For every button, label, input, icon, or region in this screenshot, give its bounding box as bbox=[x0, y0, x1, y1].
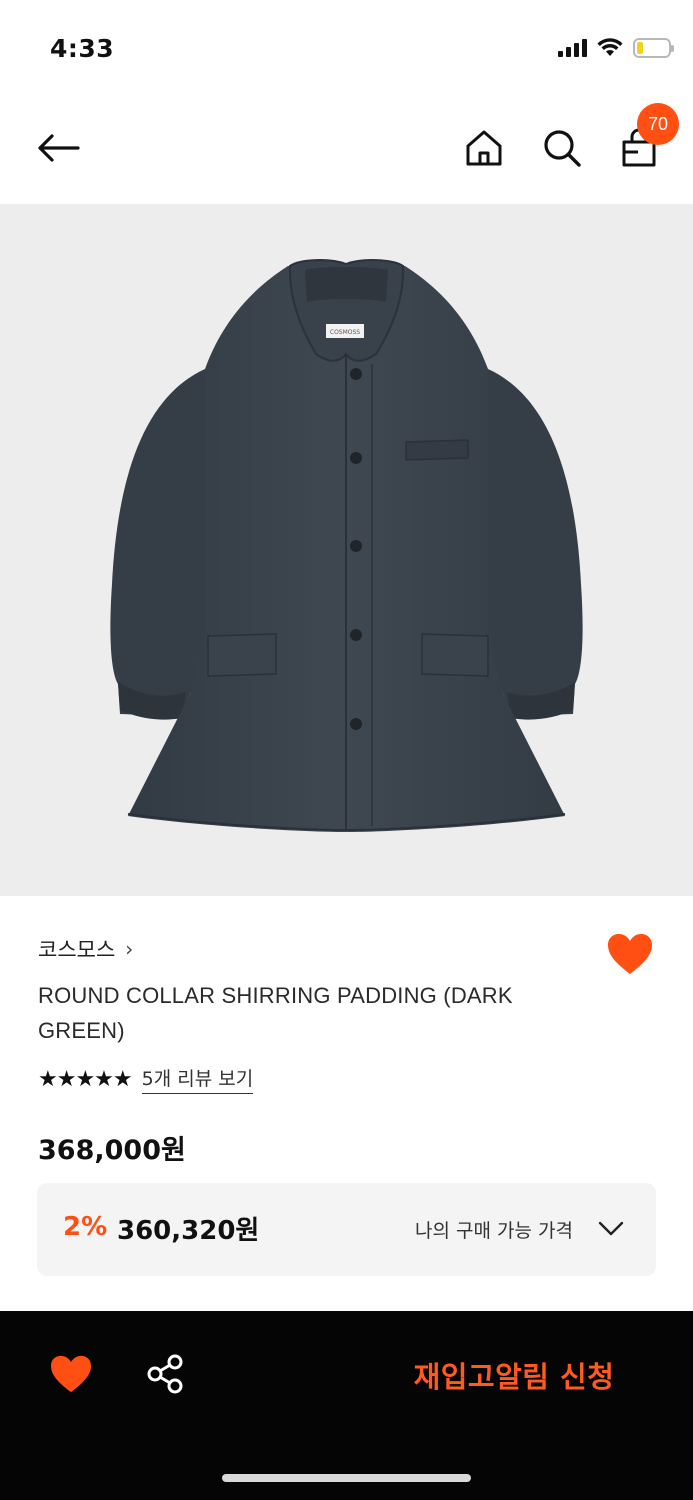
product-name: ROUND COLLAR SHIRRING PADDING (DARK GREE… bbox=[38, 983, 513, 1043]
discounted-price: 360,320원 bbox=[117, 1216, 260, 1246]
status-time: 4:33 bbox=[50, 34, 115, 63]
share-icon bbox=[147, 1354, 183, 1394]
product-image[interactable]: COSMOSS bbox=[0, 204, 693, 896]
rating-row: ★★★★★ 5개 리뷰 보기 bbox=[38, 1064, 254, 1094]
back-button[interactable] bbox=[30, 124, 86, 172]
status-icons bbox=[558, 38, 674, 58]
share-button[interactable] bbox=[146, 1354, 186, 1394]
review-link[interactable]: 5개 리뷰 보기 bbox=[141, 1064, 254, 1094]
back-arrow-icon bbox=[38, 134, 80, 162]
bottom-action-bar: 재입고알림 신청 bbox=[0, 1311, 693, 1500]
restock-alert-button[interactable]: 재입고알림 신청 bbox=[390, 1353, 638, 1397]
battery-icon bbox=[633, 38, 674, 58]
brand-link[interactable]: 코스모스 › bbox=[38, 934, 133, 964]
discount-rate: 2% bbox=[63, 1212, 108, 1242]
svg-text:COSMOSS: COSMOSS bbox=[330, 329, 360, 336]
my-price-box[interactable]: 2% 360,320원 나의 구매 가능 가격 bbox=[37, 1183, 656, 1276]
brand-name: 코스모스 bbox=[38, 938, 116, 962]
chevron-down-icon bbox=[598, 1221, 624, 1236]
cart-count-badge: 70 bbox=[637, 103, 679, 145]
jacket-image: COSMOSS bbox=[110, 259, 583, 832]
wifi-icon bbox=[597, 38, 623, 56]
chevron-right-icon: › bbox=[125, 937, 134, 961]
bottom-wishlist-button[interactable] bbox=[49, 1354, 93, 1394]
home-indicator bbox=[222, 1474, 471, 1482]
heart-icon bbox=[51, 1355, 91, 1393]
home-button[interactable] bbox=[460, 124, 508, 172]
wishlist-button[interactable] bbox=[606, 932, 654, 976]
cellular-signal-icon bbox=[558, 39, 587, 57]
home-icon bbox=[466, 130, 502, 166]
search-button[interactable] bbox=[538, 124, 586, 172]
top-nav bbox=[0, 100, 693, 204]
star-rating: ★★★★★ bbox=[38, 1066, 133, 1092]
product-price: 368,000원 bbox=[38, 1135, 186, 1166]
search-icon bbox=[544, 130, 581, 167]
status-bar: 4:33 bbox=[0, 0, 693, 100]
my-price-label: 나의 구매 가능 가격 bbox=[415, 1220, 573, 1242]
heart-icon bbox=[608, 934, 652, 974]
